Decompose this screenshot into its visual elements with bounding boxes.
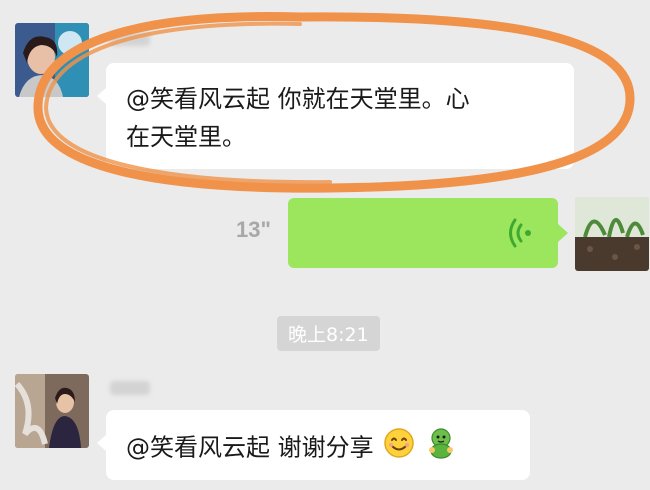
green-figure-emoji — [425, 427, 457, 470]
message-timestamp: 晚上8:21 — [277, 316, 380, 351]
message-text-line: 在天堂里。 — [126, 123, 246, 151]
voice-wave-icon — [508, 218, 532, 252]
message-bubble[interactable]: @笑看风云起 你就在天堂里。心 在天堂里。 — [97, 63, 574, 169]
message-bubble[interactable]: @笑看风云起 谢谢分享 — [97, 410, 530, 480]
sender-avatar[interactable] — [15, 23, 89, 97]
message-text: @笑看风云起 谢谢分享 — [126, 433, 374, 462]
sender-name — [110, 32, 150, 46]
voice-message-bubble[interactable] — [288, 198, 568, 268]
my-avatar[interactable] — [575, 197, 649, 271]
smile-emoji — [383, 427, 415, 470]
message-text-line: @笑看风云起 你就在天堂里。心 — [126, 85, 470, 113]
voice-duration: 13" — [236, 217, 271, 242]
sender-name — [110, 381, 150, 395]
sender-avatar[interactable] — [15, 374, 89, 448]
